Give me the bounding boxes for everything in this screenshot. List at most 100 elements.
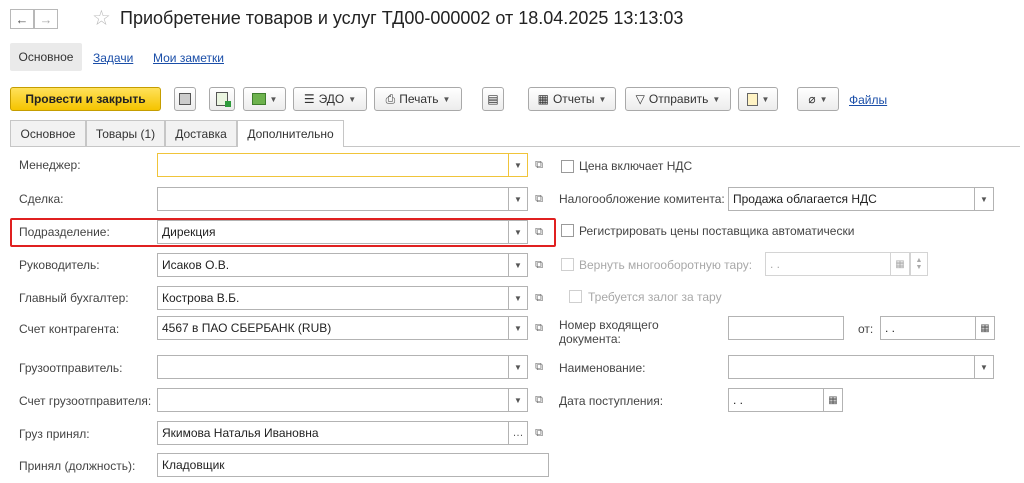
post-button[interactable]: [209, 87, 235, 111]
price-includes-vat-label: Цена включает НДС: [579, 159, 693, 173]
manager-input[interactable]: [157, 153, 509, 177]
division-input[interactable]: Дирекция: [157, 220, 509, 244]
post-document-icon: [216, 92, 231, 107]
create-based-icon: [251, 93, 266, 105]
manager-open-button[interactable]: ⧉: [529, 153, 549, 177]
forward-button[interactable]: →: [34, 9, 58, 29]
shipper-label: Грузоотправитель:: [19, 361, 123, 375]
deposit-checkbox[interactable]: [569, 290, 582, 303]
deal-label: Сделка:: [19, 192, 64, 206]
received-by-select-button[interactable]: …: [508, 421, 528, 445]
print-label: Печать: [399, 92, 439, 106]
favorite-star-icon[interactable]: ☆: [92, 6, 111, 31]
shipper-account-input[interactable]: [157, 388, 509, 412]
division-dropdown-button[interactable]: ▼: [508, 220, 528, 244]
name-dropdown-button[interactable]: ▼: [974, 355, 994, 379]
division-label: Подразделение:: [19, 225, 110, 239]
position-input[interactable]: Кладовщик: [157, 453, 549, 477]
open-copy-icon: ⧉: [535, 360, 543, 373]
tab-label: Товары (1): [95, 126, 156, 141]
from-calendar-button[interactable]: ▦: [975, 316, 995, 340]
open-copy-icon: ⧉: [535, 192, 543, 205]
print-button[interactable]: ⎙ Печать ▼: [374, 87, 462, 111]
list-document-icon: ▤: [487, 92, 499, 106]
shipper-open-button[interactable]: ⧉: [529, 355, 549, 379]
division-open-button[interactable]: ⧉: [529, 220, 549, 244]
back-button[interactable]: ←: [10, 9, 34, 29]
return-tare-checkbox[interactable]: [561, 258, 574, 271]
taxation-input[interactable]: Продажа облагается НДС: [728, 187, 975, 211]
taxation-dropdown-button[interactable]: ▼: [974, 187, 994, 211]
shipper-dropdown-button[interactable]: ▼: [508, 355, 528, 379]
tab-divider: [10, 146, 1020, 147]
section-notes-link[interactable]: Мои заметки: [153, 51, 224, 65]
arrival-date-input[interactable]: . .: [728, 388, 824, 412]
accountant-dropdown-button[interactable]: ▼: [508, 286, 528, 310]
open-copy-icon: ⧉: [535, 393, 543, 406]
register-prices-checkbox[interactable]: [561, 224, 574, 237]
shipper-account-dropdown-button[interactable]: ▼: [508, 388, 528, 412]
head-input[interactable]: Исаков О.В.: [157, 253, 509, 277]
accountant-input[interactable]: Кострова В.Б.: [157, 286, 509, 310]
manager-label: Менеджер:: [19, 158, 81, 172]
ellipsis-icon: …: [512, 427, 524, 439]
section-main[interactable]: Основное: [10, 43, 82, 71]
tab-main[interactable]: Основное: [10, 120, 86, 146]
chevron-down-icon: ▼: [514, 260, 522, 270]
received-by-label: Груз принял:: [19, 427, 90, 441]
reports-button[interactable]: ▦ Отчеты ▼: [528, 87, 616, 111]
manager-dropdown-button[interactable]: ▼: [508, 153, 528, 177]
deal-input[interactable]: [157, 187, 509, 211]
shipper-input[interactable]: [157, 355, 509, 379]
taxation-label: Налогообложение комитента:: [559, 192, 725, 206]
name-input[interactable]: [728, 355, 975, 379]
arrival-calendar-button[interactable]: ▦: [823, 388, 843, 412]
price-includes-vat-checkbox[interactable]: [561, 160, 574, 173]
deposit-label: Требуется залог за тару: [588, 290, 722, 304]
edo-button[interactable]: ☰ ЭДО ▼: [293, 87, 367, 111]
chevron-down-icon: ▼: [514, 323, 522, 333]
send-icon: ▽: [635, 92, 645, 106]
calendar-icon: ▦: [980, 322, 990, 334]
edo-label: ЭДО: [318, 92, 345, 106]
edo-icon: ☰: [303, 92, 315, 106]
save-button[interactable]: [174, 87, 196, 111]
incoming-number-label: Номер входящего документа:: [559, 318, 659, 346]
head-dropdown-button[interactable]: ▼: [508, 253, 528, 277]
return-tare-calendar-button[interactable]: ▦: [890, 252, 910, 276]
position-label: Принял (должность):: [19, 459, 136, 473]
create-based-on-button[interactable]: ▼: [243, 87, 286, 111]
chevron-down-icon: ▼: [514, 395, 522, 405]
return-tare-spin-button[interactable]: ▲ ▼: [910, 252, 928, 276]
accountant-open-button[interactable]: ⧉: [529, 286, 549, 310]
received-by-open-button[interactable]: ⧉: [529, 421, 549, 445]
incoming-number-input[interactable]: [728, 316, 844, 340]
return-tare-date-input[interactable]: . .: [765, 252, 891, 276]
shipper-account-open-button[interactable]: ⧉: [529, 388, 549, 412]
tab-delivery[interactable]: Доставка: [165, 120, 237, 146]
account-dropdown-button[interactable]: ▼: [508, 316, 528, 340]
arrow-left-icon: ←: [15, 11, 29, 27]
section-tasks-link[interactable]: Задачи: [93, 51, 133, 65]
post-and-close-button[interactable]: Провести и закрыть: [10, 87, 161, 111]
calendar-icon: ▦: [828, 394, 838, 406]
send-button[interactable]: ▽ Отправить ▼: [625, 87, 731, 111]
spin-up-icon: ▲: [915, 257, 923, 264]
deal-dropdown-button[interactable]: ▼: [508, 187, 528, 211]
from-date-input[interactable]: . .: [880, 316, 976, 340]
document-settings-icon: [746, 92, 758, 106]
tab-goods[interactable]: Товары (1): [86, 120, 165, 146]
structure-button[interactable]: ▤: [482, 87, 504, 111]
head-open-button[interactable]: ⧉: [529, 253, 549, 277]
register-prices-label: Регистрировать цены поставщика автоматич…: [579, 224, 855, 238]
open-copy-icon: ⧉: [535, 258, 543, 271]
files-link[interactable]: Файлы: [849, 93, 887, 107]
paperclip-icon: ⌀: [808, 92, 816, 106]
account-open-button[interactable]: ⧉: [529, 316, 549, 340]
account-input[interactable]: 4567 в ПАО СБЕРБАНК (RUB): [157, 316, 509, 340]
received-by-input[interactable]: Якимова Наталья Ивановна: [157, 421, 509, 445]
attach-button[interactable]: ⌀ ▼: [797, 87, 839, 111]
tab-additional[interactable]: Дополнительно: [237, 120, 344, 147]
deal-open-button[interactable]: ⧉: [529, 187, 549, 211]
more-actions-button[interactable]: ▼: [738, 87, 778, 111]
